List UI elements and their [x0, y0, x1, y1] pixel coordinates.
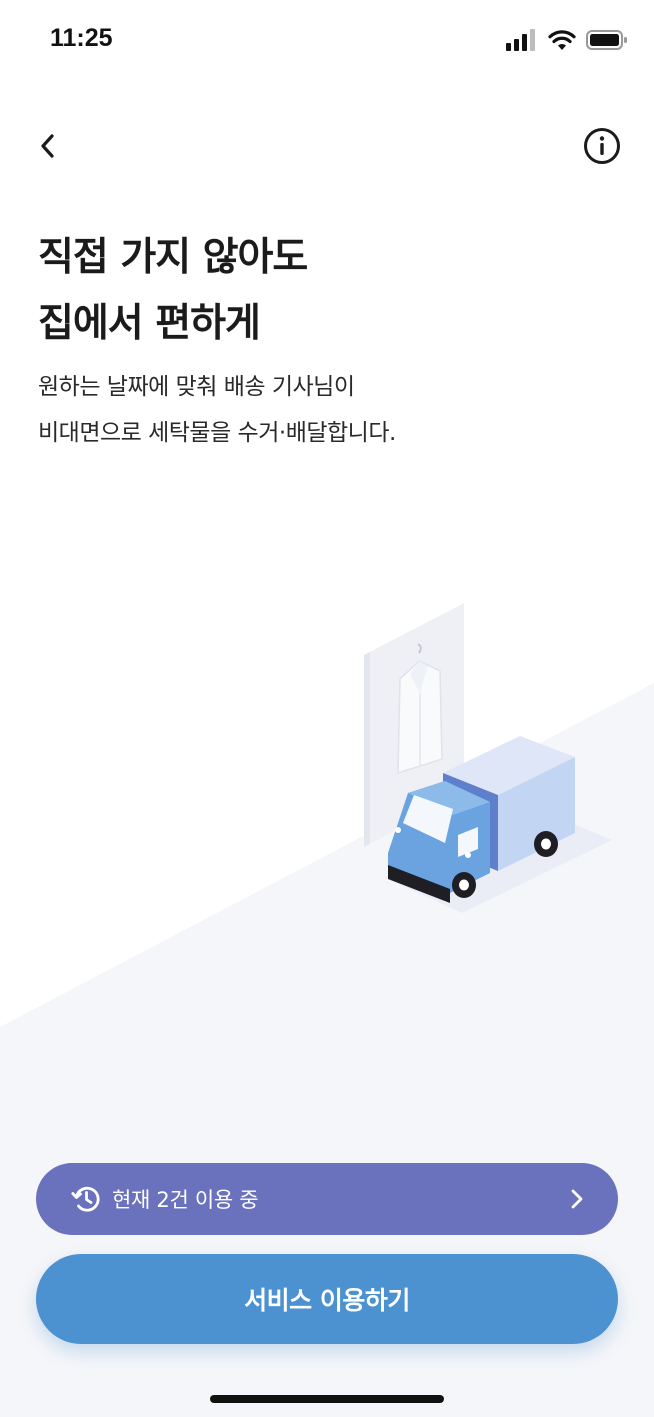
delivery-truck-illustration: [364, 603, 612, 913]
home-indicator: [210, 1395, 444, 1403]
chevron-right-icon: [571, 1189, 583, 1209]
current-usage-banner[interactable]: 현재 2건 이용 중: [36, 1163, 618, 1235]
use-service-button[interactable]: 서비스 이용하기: [36, 1254, 618, 1344]
status-time: 11:25: [50, 24, 113, 52]
back-arrow-icon: [41, 134, 54, 158]
battery-icon: [586, 30, 627, 50]
top-nav: [0, 110, 654, 182]
title-line-2: 집에서 편하게: [38, 301, 261, 346]
page-description: 원하는 날짜에 맞춰 배송 기사님이 비대면으로 세탁물을 수거·배달합니다.: [38, 364, 396, 456]
usage-count-label: 현재 2건 이용 중: [112, 1188, 259, 1212]
history-icon: [71, 1186, 100, 1212]
description-line-1: 원하는 날짜에 맞춰 배송 기사님이: [38, 374, 355, 400]
wifi-icon: [548, 30, 576, 50]
page-title: 직접 가지 않아도 집에서 편하게: [38, 225, 308, 357]
title-line-1: 직접 가지 않아도: [38, 235, 308, 280]
status-icons: [506, 29, 628, 51]
description-line-2: 비대면으로 세탁물을 수거·배달합니다.: [38, 420, 396, 446]
shirt-icon: [397, 660, 443, 775]
info-icon: [584, 128, 620, 164]
cellular-signal-icon: [506, 29, 535, 51]
info-button[interactable]: [580, 124, 624, 168]
status-bar: 11:25: [0, 0, 654, 82]
back-button[interactable]: [26, 124, 70, 168]
use-service-button-label: 서비스 이용하기: [244, 1286, 410, 1315]
